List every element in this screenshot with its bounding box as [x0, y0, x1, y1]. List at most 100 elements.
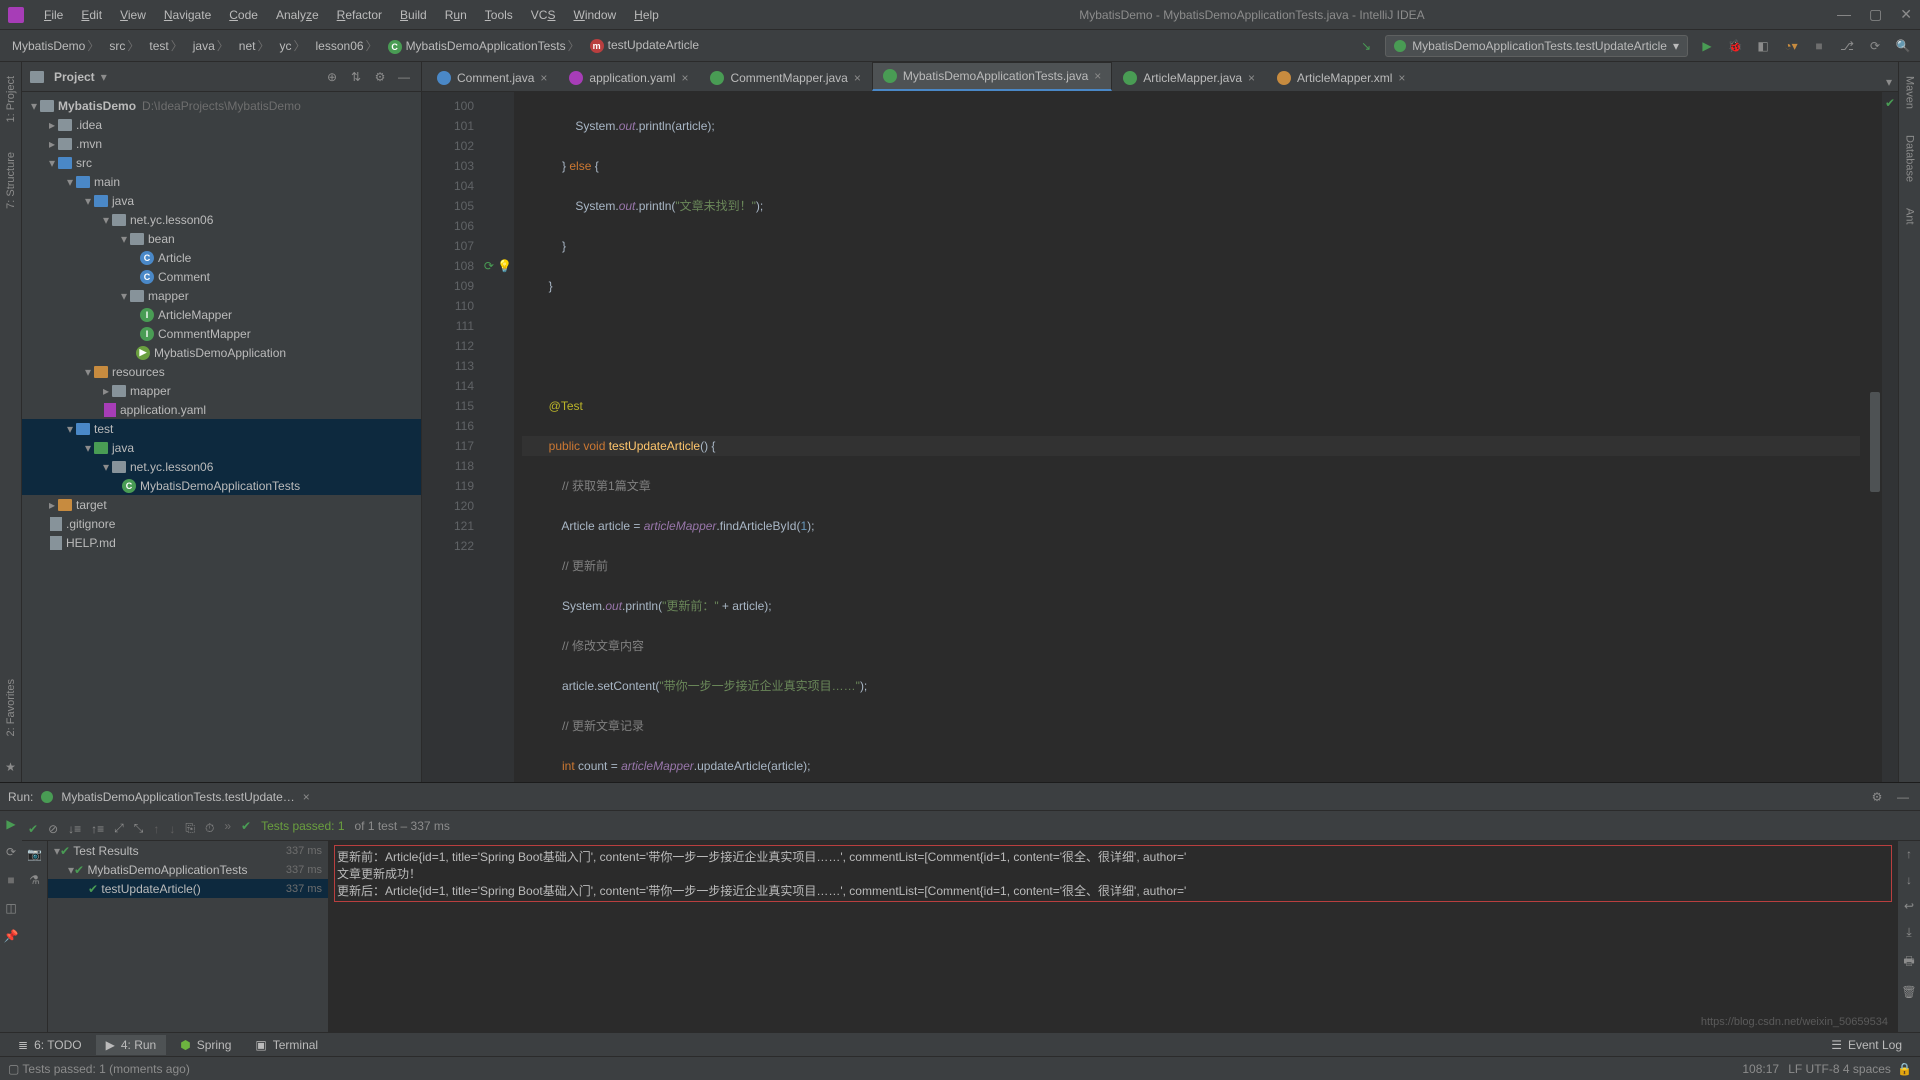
close-icon[interactable]: ×	[1398, 71, 1405, 85]
encoding-info[interactable]: LF UTF-8 4 spaces	[1788, 1062, 1891, 1076]
maven-tool-tab[interactable]: Maven	[1902, 70, 1918, 115]
tree-root[interactable]: MybatisDemoD:\IdeaProjects\MybatisDemo	[22, 96, 421, 115]
filter-icon[interactable]: ⚗	[29, 873, 40, 887]
menu-build[interactable]: Build	[392, 4, 435, 26]
close-icon[interactable]: ✕	[1900, 6, 1912, 23]
rerun-icon[interactable]: ▶	[6, 817, 15, 831]
expand-icon[interactable]: ⤢	[114, 821, 124, 836]
layout-icon[interactable]: ◫	[5, 901, 16, 915]
tablist-dropdown-icon[interactable]: ▾	[1880, 73, 1898, 91]
tree-gitignore[interactable]: .gitignore	[22, 514, 421, 533]
database-tool-tab[interactable]: Database	[1902, 129, 1918, 188]
minimize-icon[interactable]: —	[1837, 6, 1851, 23]
tab-terminal[interactable]: ▣Terminal	[245, 1035, 328, 1055]
menu-navigate[interactable]: Navigate	[156, 4, 219, 26]
menu-run[interactable]: Run	[437, 4, 475, 26]
console-output[interactable]: 更新前：Article{id=1, title='Spring Boot基础入门…	[328, 841, 1898, 1032]
chevron-down-icon[interactable]: ▾	[101, 70, 107, 84]
toggle-icon[interactable]: ⟳	[6, 845, 16, 859]
menu-code[interactable]: Code	[221, 4, 266, 26]
prev-icon[interactable]: ↑	[153, 822, 159, 836]
crumb-yc[interactable]: yc	[275, 37, 311, 54]
favorites-tool-tab[interactable]: 2: Favorites	[3, 673, 19, 742]
tree-article-mapper[interactable]: IArticleMapper	[22, 305, 421, 324]
locate-icon[interactable]: ⊕	[323, 68, 341, 86]
expand-icon[interactable]: ⇅	[347, 68, 365, 86]
tree-idea[interactable]: .idea	[22, 115, 421, 134]
hide-icon[interactable]: —	[1894, 788, 1912, 806]
tab-todo[interactable]: ≣6: TODO	[8, 1035, 92, 1055]
stop-icon[interactable]: ■	[7, 873, 14, 887]
pass-filter-icon[interactable]: ✔	[28, 822, 38, 836]
editor-scrollbar[interactable]	[1868, 92, 1882, 782]
sort-icon[interactable]: ↓≡	[68, 822, 81, 836]
export-icon[interactable]: ⎘	[185, 821, 195, 836]
tree-app-yaml[interactable]: application.yaml	[22, 400, 421, 419]
collapse-icon[interactable]: ⤡	[134, 821, 144, 836]
tree-test-pkg[interactable]: net.yc.lesson06	[22, 457, 421, 476]
close-icon[interactable]: ×	[854, 71, 861, 85]
crumb-test[interactable]: test	[145, 37, 188, 54]
menu-tools[interactable]: Tools	[477, 4, 521, 26]
menu-vcs[interactable]: VCS	[523, 4, 564, 26]
debug-icon[interactable]: 🐞	[1726, 37, 1744, 55]
history-icon[interactable]: ⏱	[205, 821, 214, 836]
tab-commentmapper[interactable]: CommentMapper.java×	[699, 64, 871, 91]
menu-analyze[interactable]: Analyze	[268, 4, 327, 26]
crumb-root[interactable]: MybatisDemo	[8, 37, 105, 54]
next-icon[interactable]: ↓	[169, 822, 175, 836]
crumb-src[interactable]: src	[105, 37, 145, 54]
tab-articlemapper[interactable]: ArticleMapper.java×	[1112, 64, 1266, 91]
close-icon[interactable]: ×	[540, 71, 547, 85]
tree-pkg[interactable]: net.yc.lesson06	[22, 210, 421, 229]
crumb-class[interactable]: CMybatisDemoApplicationTests	[384, 37, 586, 54]
profile-icon[interactable]: ◔▾	[1782, 37, 1800, 55]
menu-view[interactable]: View	[112, 4, 154, 26]
tab-spring[interactable]: ⬢Spring	[170, 1035, 241, 1055]
tab-articlemapper-xml[interactable]: ArticleMapper.xml×	[1266, 64, 1416, 91]
test-method[interactable]: ✔ testUpdateArticle()337 ms	[48, 879, 328, 898]
tree-src[interactable]: src	[22, 153, 421, 172]
tree-test-java[interactable]: java	[22, 438, 421, 457]
fail-filter-icon[interactable]: ⊘	[48, 822, 58, 836]
trash-icon[interactable]: 🗑	[1901, 985, 1916, 999]
code-editor[interactable]: System.out.println(article); } else { Sy…	[514, 92, 1868, 782]
git-icon[interactable]: ⎇	[1838, 37, 1856, 55]
tab-comment[interactable]: Comment.java×	[426, 64, 558, 91]
crumb-net[interactable]: net	[235, 37, 276, 54]
caret-position[interactable]: 108:17	[1742, 1062, 1779, 1076]
lock-icon[interactable]: 🔒	[1897, 1062, 1912, 1076]
tree-app[interactable]: ▶MybatisDemoApplication	[22, 343, 421, 362]
intention-bulb-icon[interactable]: 💡	[497, 259, 512, 273]
search-everywhere-icon[interactable]: 🔍	[1894, 37, 1912, 55]
close-icon[interactable]: ×	[1094, 69, 1101, 83]
menu-window[interactable]: Window	[565, 4, 624, 26]
pin-icon[interactable]: 📌	[4, 929, 19, 943]
tab-run[interactable]: ▶4: Run	[96, 1035, 167, 1055]
close-icon[interactable]: ×	[681, 71, 688, 85]
run-config-dropdown[interactable]: MybatisDemoApplicationTests.testUpdateAr…	[1385, 35, 1688, 57]
status-icon[interactable]: ▢	[8, 1062, 19, 1076]
update-icon[interactable]: ⟳	[1866, 37, 1884, 55]
tree-res-mapper[interactable]: mapper	[22, 381, 421, 400]
tree-test-class[interactable]: CMybatisDemoApplicationTests	[22, 476, 421, 495]
coverage-icon[interactable]: ◧	[1754, 37, 1772, 55]
gear-icon[interactable]: ⚙	[1868, 788, 1886, 806]
maximize-icon[interactable]: ▢	[1869, 6, 1882, 23]
crumb-method[interactable]: mtestUpdateArticle	[586, 38, 703, 53]
tree-target[interactable]: target	[22, 495, 421, 514]
test-root[interactable]: ✔ Test Results337 ms	[48, 841, 328, 860]
menu-help[interactable]: Help	[626, 4, 667, 26]
crumb-lesson06[interactable]: lesson06	[312, 37, 384, 54]
camera-icon[interactable]: 📷	[27, 847, 42, 861]
tree-main[interactable]: main	[22, 172, 421, 191]
down-icon[interactable]: ↓	[1906, 873, 1912, 887]
run-icon[interactable]: ▶	[1698, 37, 1716, 55]
wrap-icon[interactable]: ↩	[1904, 899, 1914, 913]
menu-file[interactable]: FFileile	[36, 4, 71, 26]
tab-yaml[interactable]: application.yaml×	[558, 64, 699, 91]
project-title[interactable]: Project	[54, 70, 95, 84]
stop-icon[interactable]: ■	[1810, 37, 1828, 55]
tree-test[interactable]: test	[22, 419, 421, 438]
tree-comment[interactable]: CComment	[22, 267, 421, 286]
